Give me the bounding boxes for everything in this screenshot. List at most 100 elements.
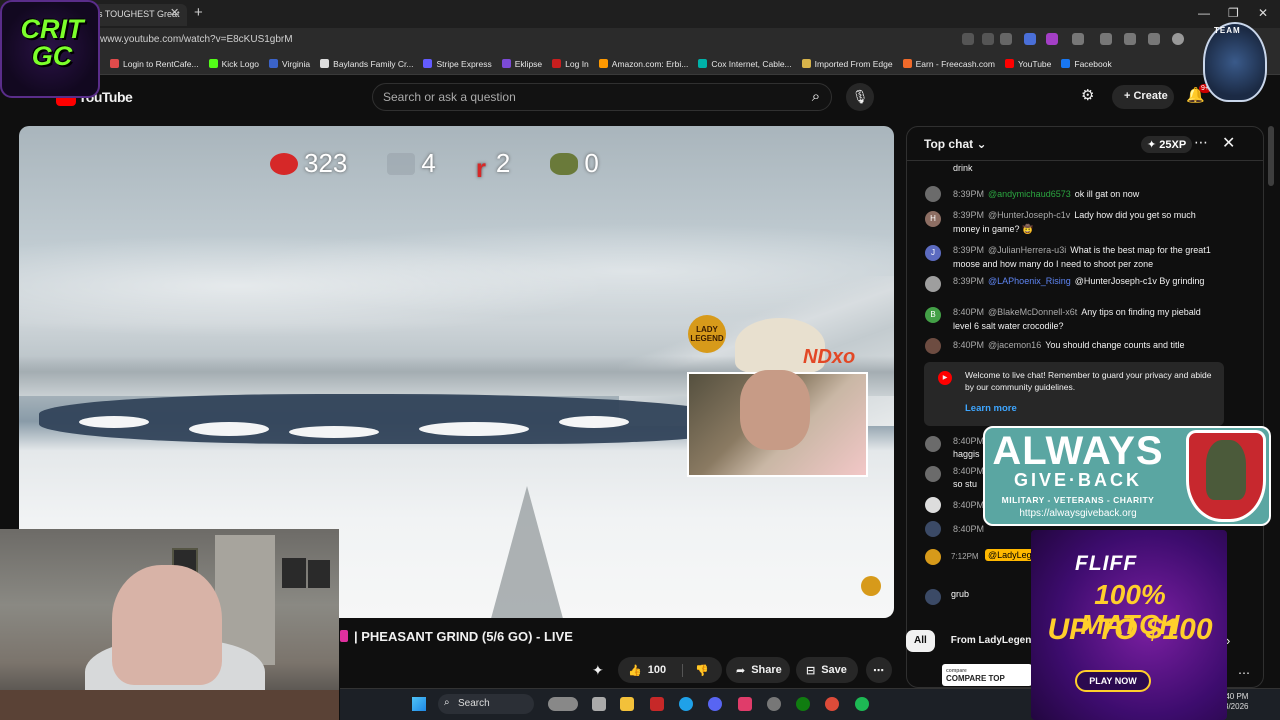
extensions-puzzle-icon[interactable]: [1100, 33, 1112, 45]
ice-patch: [79, 416, 149, 428]
chrome-icon[interactable]: [825, 697, 839, 711]
youtube-play-icon: ▶: [938, 371, 952, 385]
skull-icon: [270, 152, 298, 175]
ice-patch: [189, 422, 269, 436]
minimize-icon[interactable]: —: [1198, 6, 1210, 20]
chat-message: 8:39PM @HunterJoseph-c1v Lady how did you …: [953, 210, 1196, 234]
share-button[interactable]: ➦ Share: [726, 657, 790, 683]
r-icon: r: [475, 152, 486, 183]
compare-ad[interactable]: compare COMPARE TOP: [942, 664, 1032, 686]
favorites-icon[interactable]: [1124, 33, 1136, 45]
bookmark[interactable]: Earn - Freecash.com: [902, 59, 995, 69]
title-accent: [340, 630, 348, 642]
snowy-pine-tree: [489, 486, 565, 618]
agb-subtitle: GIVE·BACK: [1013, 470, 1142, 490]
hud-other: 0: [550, 148, 599, 179]
bookmark[interactable]: Baylands Family Cr...: [320, 59, 413, 69]
task-view-icon[interactable]: [592, 697, 606, 711]
avatar: B: [925, 307, 941, 323]
xp-badge[interactable]: ✦ 25XP: [1141, 136, 1193, 153]
thanks-icon[interactable]: ✦: [592, 662, 604, 679]
learn-more-link[interactable]: Learn more: [965, 403, 1017, 414]
new-tab-icon[interactable]: +: [194, 4, 203, 21]
close-tab-icon[interactable]: ✕: [170, 6, 179, 19]
save-button[interactable]: ⊟ Save: [796, 657, 858, 683]
close-window-icon[interactable]: ✕: [1258, 6, 1268, 20]
extension-icon[interactable]: [1046, 33, 1058, 45]
ice-patch: [559, 416, 629, 428]
close-chat-icon[interactable]: ✕: [1222, 133, 1235, 153]
edge-icon[interactable]: [679, 697, 693, 711]
profile-avatar-icon[interactable]: [1172, 33, 1184, 45]
chat-message: 8:39PM @andymichaud6573 ok ill gat on now: [953, 189, 1140, 199]
welcome-text: Welcome to live chat! Remember to guard …: [965, 370, 1212, 392]
more-actions-icon[interactable]: ⋯: [866, 657, 892, 683]
bookmark[interactable]: Log In: [552, 59, 589, 69]
star-icon[interactable]: [1000, 33, 1012, 45]
gear-icon[interactable]: ⚙: [1081, 86, 1094, 104]
discord-icon[interactable]: [708, 697, 722, 711]
ice-patch: [289, 426, 379, 438]
taskbar-clock[interactable]: 40 PM 3/2026: [1224, 692, 1248, 712]
bookmark[interactable]: Cox Internet, Cable...: [698, 59, 792, 69]
file-explorer-icon[interactable]: [620, 697, 634, 711]
avatar: [925, 186, 941, 202]
chip-all[interactable]: All: [906, 630, 935, 652]
windows-start-icon[interactable]: [412, 697, 426, 711]
chat-message: 8:39PM @JulianHerrera-u3i What is the best…: [953, 245, 1211, 269]
webcam-picture-frame: [282, 558, 306, 588]
chat-message: 8:39PM @LAPhoenix_Rising @HunterJoseph-c1v…: [953, 276, 1205, 286]
chat-message-input[interactable]: grub: [951, 589, 969, 599]
overlay-name-text: NDxo: [803, 346, 856, 368]
bookmark-folder[interactable]: Imported From Edge: [801, 59, 893, 69]
extension-icon[interactable]: [1024, 33, 1036, 45]
bookmark[interactable]: Virginia: [268, 59, 310, 69]
app-icon[interactable]: [738, 697, 752, 711]
install-icon[interactable]: [962, 33, 974, 45]
bookmark[interactable]: YouTube: [1004, 59, 1051, 69]
hud-shots: 4: [387, 148, 436, 179]
chat-more-icon[interactable]: ⋯: [1194, 134, 1208, 151]
webcam-person-head: [112, 565, 222, 685]
thumbs-down-icon[interactable]: 👎: [682, 663, 709, 677]
avatar: [925, 497, 941, 513]
page-scrollbar[interactable]: [1268, 126, 1274, 186]
bookmark[interactable]: Amazon.com: Erbi...: [598, 59, 688, 69]
team-badge-text: TEAM: [1214, 26, 1241, 35]
chat-message-partial: drink: [953, 163, 973, 173]
bookmark[interactable]: Facebook: [1061, 59, 1112, 69]
animal-icon: [550, 152, 579, 175]
spotify-icon[interactable]: [855, 697, 869, 711]
history-icon[interactable]: [1148, 33, 1160, 45]
extension-icon[interactable]: [1072, 33, 1084, 45]
bookmarks-bar: Login to RentCafe... Kick Logo Virginia …: [0, 53, 1280, 75]
bookmark[interactable]: Stripe Express: [423, 59, 492, 69]
xbox-icon[interactable]: [796, 697, 810, 711]
bookmark[interactable]: Kick Logo: [208, 59, 259, 69]
hud-r: r2: [475, 148, 511, 183]
create-button[interactable]: + Create: [1112, 85, 1174, 109]
my-avatar: [925, 589, 941, 605]
zoom-icon[interactable]: [982, 33, 994, 45]
settings-icon[interactable]: [767, 697, 781, 711]
hud-kills: 323: [270, 148, 347, 179]
like-button[interactable]: 👍 100 👎: [618, 657, 722, 683]
browser-tab-bar: [0, 0, 1280, 28]
webcam-picture-frame: [308, 560, 330, 588]
url-field[interactable]: www.youtube.com/watch?v=E8cKUS1gbrM: [100, 34, 293, 45]
play-now-button[interactable]: PLAY NOW: [1075, 670, 1151, 692]
search-icon[interactable]: ⌕: [800, 83, 832, 111]
chat-mode-dropdown[interactable]: Top chat ⌄: [924, 137, 987, 151]
more-icon[interactable]: ⋯: [1238, 666, 1250, 680]
widgets-icon[interactable]: [548, 697, 578, 711]
maximize-icon[interactable]: ❐: [1228, 6, 1239, 20]
app-icon[interactable]: [650, 697, 664, 711]
bookmark[interactable]: Login to RentCafe...: [110, 59, 199, 69]
ice-patch: [419, 422, 529, 436]
search-input[interactable]: Search or ask a question: [383, 90, 516, 104]
taskbar-search[interactable]: Search: [438, 694, 534, 714]
bookmark[interactable]: Eklipse: [501, 59, 542, 69]
pinned-user-badge: @LadyLeg: [985, 549, 1035, 561]
feather-icon: [387, 152, 416, 175]
microphone-icon[interactable]: 🎙: [846, 83, 874, 111]
